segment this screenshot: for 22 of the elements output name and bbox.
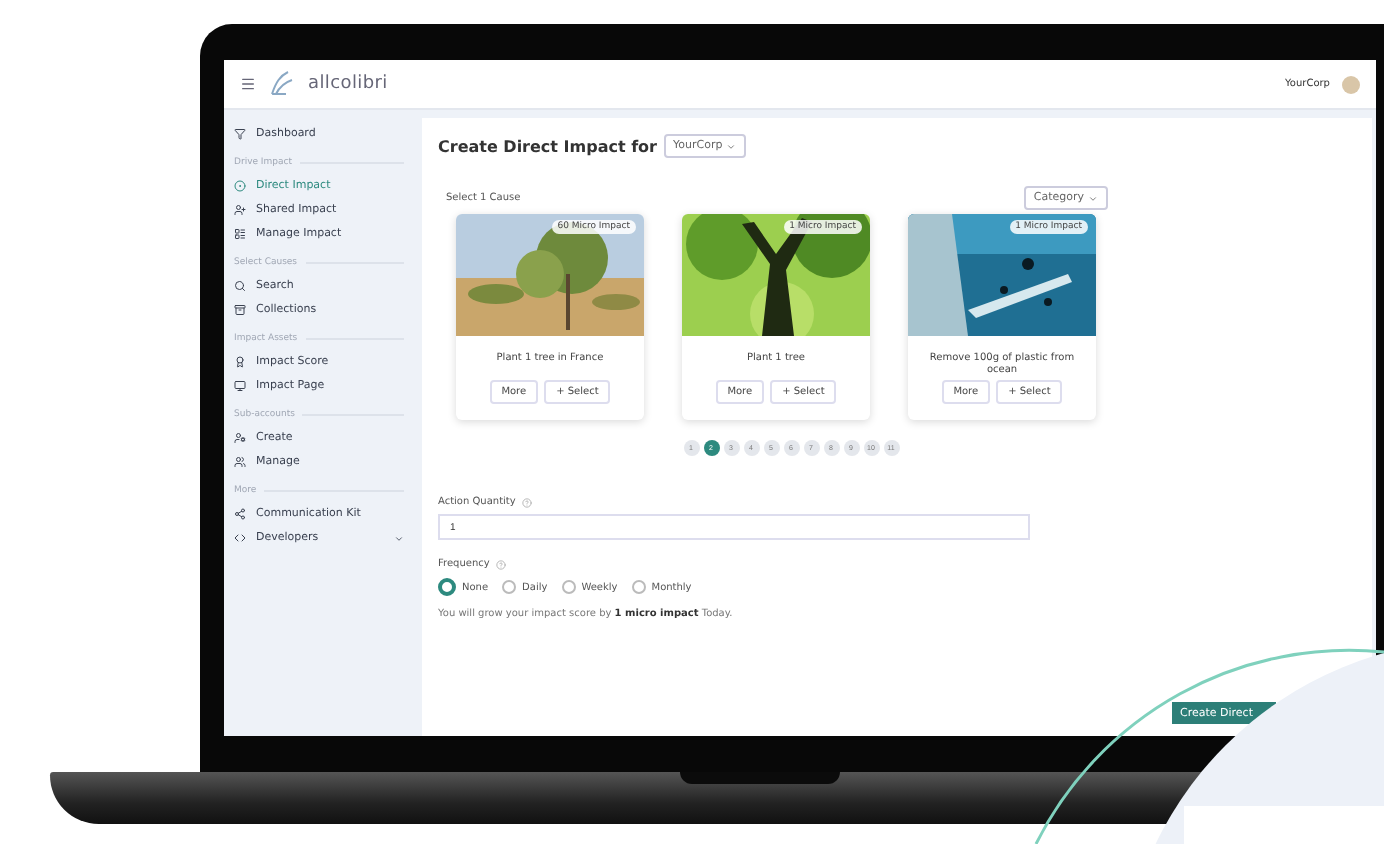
- chevron-icon: [394, 533, 404, 543]
- user-plus-icon: [234, 204, 246, 216]
- page-title: Create Direct Impact for: [438, 137, 657, 155]
- filter-icon: [234, 128, 246, 140]
- caret-icon: [1088, 193, 1098, 203]
- award-icon: [234, 356, 246, 368]
- list-icon: [234, 228, 246, 240]
- archive-icon: [234, 304, 246, 316]
- search-icon: [234, 280, 246, 292]
- help-icon[interactable]: [521, 497, 532, 507]
- code-icon: [234, 532, 246, 544]
- share-icon: [234, 508, 246, 520]
- users-icon: [234, 456, 246, 468]
- help-icon[interactable]: [495, 559, 506, 569]
- user-gear-icon: [234, 432, 246, 444]
- app-logo: allcolibri: [308, 74, 388, 94]
- caret-icon: [726, 141, 737, 151]
- bird-logo-icon: [268, 70, 296, 98]
- user-avatar[interactable]: [1342, 75, 1360, 93]
- monitor-icon: [234, 380, 246, 392]
- target-icon: [234, 180, 246, 192]
- menu-icon[interactable]: [240, 76, 256, 92]
